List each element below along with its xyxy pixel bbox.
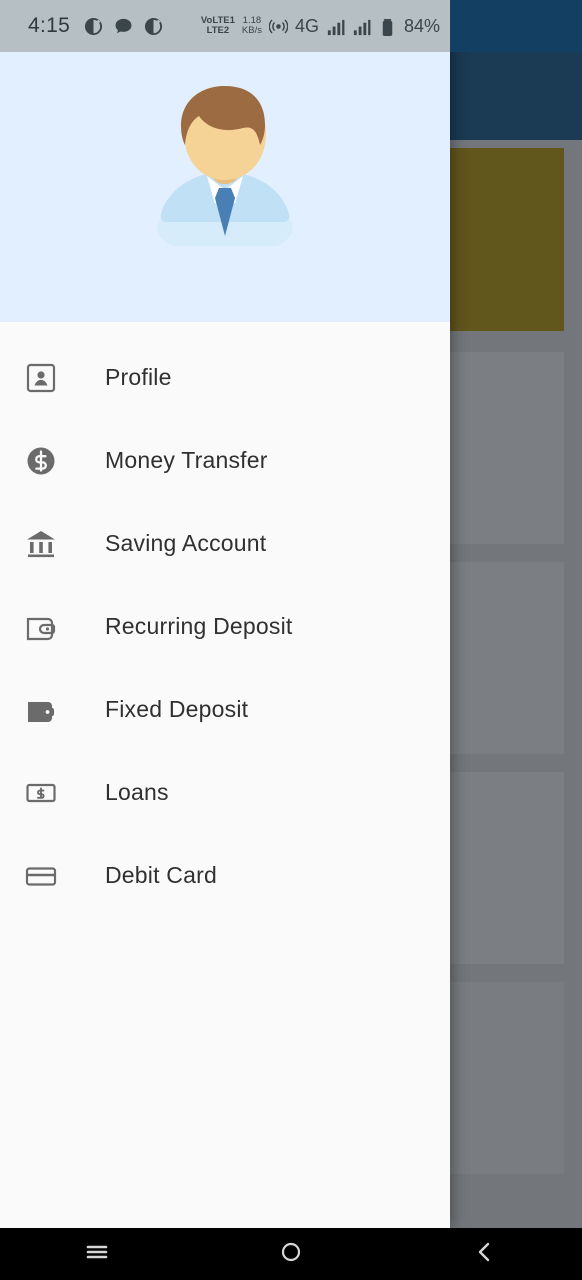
back-button[interactable] (388, 1228, 582, 1280)
contrast-icon (144, 17, 163, 36)
recents-button[interactable] (0, 1228, 194, 1280)
signal-bars-icon (326, 18, 345, 37)
banknote-dollar-icon (24, 776, 58, 810)
data-rate-indicator: 1.18 KB/s (241, 15, 262, 37)
status-bar-clock: 4:15 (28, 14, 71, 37)
user-avatar-illustration (145, 76, 305, 256)
drawer-item-loans[interactable]: Loans (0, 751, 450, 834)
hamburger-icon (82, 1237, 112, 1272)
wallet-filled-icon (24, 693, 58, 727)
data-rate-unit: KB/s (241, 25, 262, 36)
status-bar-right-segment (450, 0, 582, 52)
drawer-item-label: Fixed Deposit (105, 696, 249, 722)
drawer-item-money-transfer[interactable]: Money Transfer (0, 419, 450, 502)
circle-icon (276, 1237, 306, 1272)
drawer-item-recurring-deposit[interactable]: Recurring Deposit (0, 585, 450, 668)
drawer-item-fixed-deposit[interactable]: Fixed Deposit (0, 668, 450, 751)
drawer-item-label: Debit Card (105, 862, 217, 888)
status-bar-notification-icons (84, 17, 163, 36)
credit-card-icon (24, 859, 58, 893)
battery-percent-label: 84% (403, 15, 440, 36)
signal-bars-icon (352, 18, 371, 37)
status-bar-indicators: VoLTE1 LTE2 1.18 KB/s 4G 84% (201, 15, 440, 37)
navigation-drawer: Profile Money Transfer Saving Account Re… (0, 0, 450, 1228)
profile-badge-icon (24, 361, 58, 395)
hotspot-icon (268, 17, 289, 36)
wallet-outline-icon (24, 610, 58, 644)
drawer-item-debit-card[interactable]: Debit Card (0, 834, 450, 917)
phone-screen: Saving Account Loans (0, 0, 582, 1280)
network-type-label: 4G (294, 15, 319, 36)
volte-indicator: VoLTE1 LTE2 (201, 15, 235, 37)
contrast-icon (84, 17, 103, 36)
drawer-item-label: Loans (105, 779, 169, 805)
home-button[interactable] (194, 1228, 388, 1280)
bank-building-icon (24, 527, 58, 561)
message-bubble-icon (114, 17, 133, 36)
status-bar: 4:15 VoLTE1 LTE2 1.18 KB/s 4G 84% (0, 0, 450, 52)
drawer-menu-list: Profile Money Transfer Saving Account Re… (0, 322, 450, 1228)
battery-icon (378, 18, 397, 37)
volte-label-bottom: LTE2 (206, 25, 230, 36)
dollar-coin-icon (24, 444, 58, 478)
drawer-item-label: Saving Account (105, 530, 267, 556)
drawer-item-label: Recurring Deposit (105, 613, 293, 639)
drawer-item-saving-account[interactable]: Saving Account (0, 502, 450, 585)
drawer-item-label: Money Transfer (105, 447, 268, 473)
drawer-item-label: Profile (105, 364, 172, 390)
chevron-left-icon (470, 1237, 500, 1272)
drawer-item-profile[interactable]: Profile (0, 336, 450, 419)
android-navigation-bar (0, 1228, 582, 1280)
